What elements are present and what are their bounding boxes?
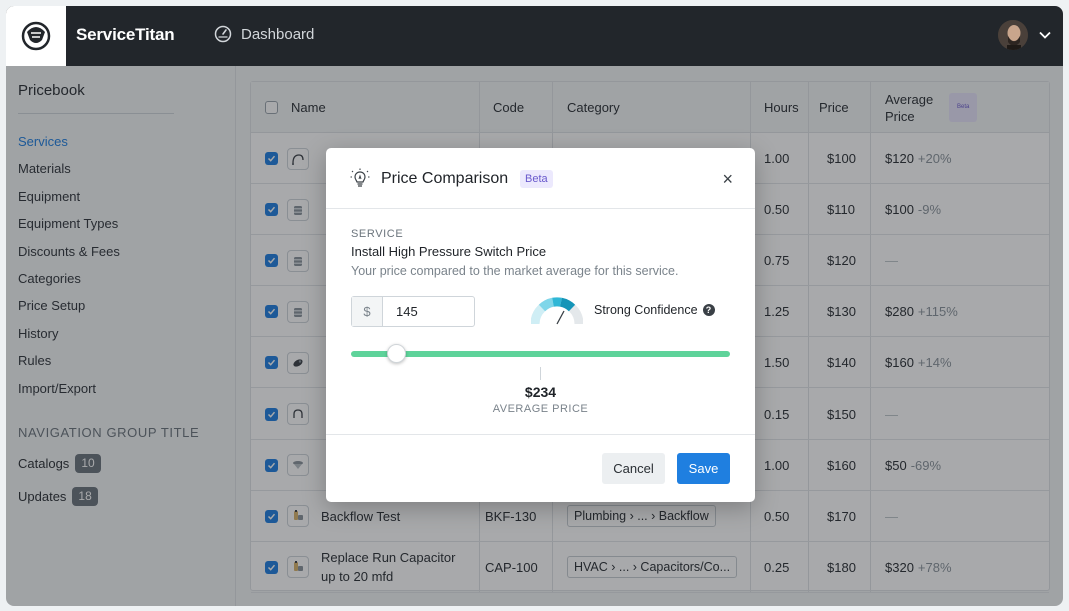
dialog-header: Price Comparison Beta × xyxy=(326,148,755,209)
price-input-value[interactable]: 145 xyxy=(383,297,474,326)
gauge-icon xyxy=(214,25,232,43)
app-window: ServiceTitan Dashboard Pricebook Service… xyxy=(6,6,1063,606)
dialog-beta-badge: Beta xyxy=(520,170,553,188)
save-button[interactable]: Save xyxy=(677,453,730,484)
price-slider-handle[interactable] xyxy=(386,344,406,363)
confidence-indicator: Strong Confidence ? xyxy=(594,303,715,317)
brand-name: ServiceTitan xyxy=(76,25,175,44)
lightbulb-icon xyxy=(350,168,370,187)
cancel-button[interactable]: Cancel xyxy=(602,453,665,484)
average-price-value: $234 xyxy=(524,384,557,400)
service-description: Your price compared to the market averag… xyxy=(351,264,679,278)
close-icon[interactable]: × xyxy=(722,170,733,188)
dashboard-link[interactable]: Dashboard xyxy=(214,25,314,43)
price-input[interactable]: $ 145 xyxy=(351,296,475,327)
currency-prefix: $ xyxy=(352,297,383,326)
price-slider-track[interactable] xyxy=(351,351,730,357)
service-kicker: SERVICE xyxy=(351,228,404,240)
average-price-label: AVERAGE PRICE xyxy=(492,403,589,415)
price-comparison-dialog: Price Comparison Beta × SERVICE Install … xyxy=(326,148,755,502)
dialog-title: Price Comparison xyxy=(381,170,509,187)
top-bar: ServiceTitan Dashboard xyxy=(6,6,1063,66)
dashboard-label: Dashboard xyxy=(241,25,315,43)
help-icon[interactable]: ? xyxy=(702,304,715,316)
average-marker xyxy=(540,367,541,380)
confidence-gauge-icon xyxy=(531,297,583,325)
chevron-down-icon[interactable] xyxy=(1038,28,1052,42)
servicetitan-logo-icon[interactable] xyxy=(6,6,66,66)
user-avatar[interactable] xyxy=(998,20,1028,50)
service-name: Install High Pressure Switch Price xyxy=(351,244,547,259)
confidence-label: Strong Confidence xyxy=(594,303,698,317)
